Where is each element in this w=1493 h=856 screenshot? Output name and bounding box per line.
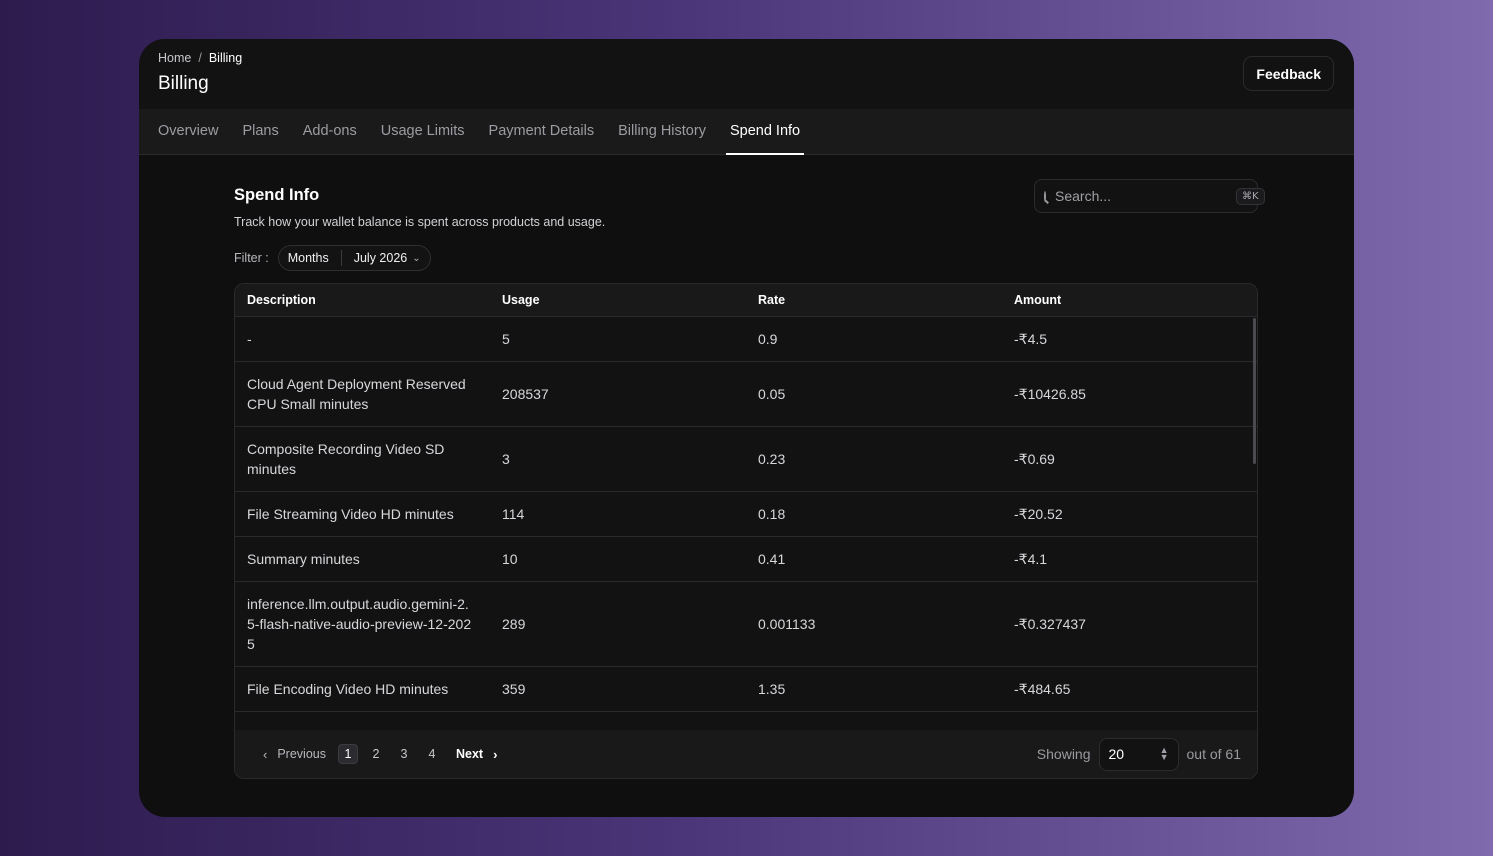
tab-payment-details[interactable]: Payment Details <box>489 109 595 154</box>
tab-billing-history[interactable]: Billing History <box>618 109 706 154</box>
page-1-button[interactable]: 1 <box>337 744 358 764</box>
cell-usage: 208537 <box>502 386 549 402</box>
cell-usage: 359 <box>502 681 526 697</box>
spend-table: Description Usage Rate Amount - 5 0.9 -₹… <box>234 283 1258 779</box>
cell-amount: -₹484.65 <box>1014 681 1071 697</box>
page-size-control: Showing 20 ▲ ▼ out of 61 <box>1036 737 1242 771</box>
cell-description: File Encoding Video HD minutes <box>247 681 449 697</box>
cell-rate: 0.41 <box>758 551 786 567</box>
breadcrumb-billing: Billing <box>208 51 243 65</box>
tab-usage-limits[interactable]: Usage Limits <box>381 109 465 154</box>
header: Home / Billing Billing Feedback <box>139 39 1354 109</box>
tab-add-ons[interactable]: Add-ons <box>303 109 357 154</box>
column-header-usage: Usage <box>502 293 540 307</box>
table-row: - 5 0.9 -₹4.5 <box>235 317 1257 362</box>
showing-label: Showing <box>1036 746 1091 762</box>
column-header-amount: Amount <box>1014 293 1062 307</box>
cell-usage: 5 <box>502 331 510 347</box>
breadcrumb-home[interactable]: Home <box>158 51 191 65</box>
cell-description: Cloud Agent Deployment Reserved CPU Smal… <box>247 376 466 412</box>
tab-plans[interactable]: Plans <box>242 109 278 154</box>
cell-amount: -₹0.69 <box>1014 451 1055 467</box>
period-select[interactable]: Months <box>288 251 329 265</box>
table-row: File Encoding Video HD minutes 359 1.35 … <box>235 667 1257 712</box>
cell-amount: -₹4.1 <box>1014 551 1048 567</box>
shortcut-badge: ⌘K <box>1236 187 1265 205</box>
feedback-button[interactable]: Feedback <box>1243 56 1334 91</box>
cell-rate: 0.9 <box>758 331 778 347</box>
breadcrumb: Home / Billing <box>158 51 242 65</box>
next-label: Next <box>455 747 484 761</box>
cell-amount: -₹10426.85 <box>1014 386 1086 402</box>
page-numbers: 1 2 3 4 <box>337 744 442 764</box>
stepper-icon: ▲ ▼ <box>1159 745 1169 762</box>
cell-usage: 10 <box>502 551 518 567</box>
tab-spend-info[interactable]: Spend Info <box>725 109 805 155</box>
table-row: Summary minutes 10 0.41 -₹4.1 <box>235 537 1257 582</box>
search-box: ⌘K <box>1034 179 1265 213</box>
previous-label: Previous <box>277 747 326 761</box>
section-description: Track how your wallet balance is spent a… <box>234 215 606 229</box>
cell-rate: 0.18 <box>758 506 786 522</box>
tab-overview[interactable]: Overview <box>158 109 218 154</box>
page-4-button[interactable]: 4 <box>422 744 442 764</box>
month-select[interactable]: July 2026 <box>354 251 408 265</box>
cell-description: - <box>247 331 252 347</box>
cell-description: File Streaming Video HD minutes <box>247 506 454 522</box>
cell-rate: 0.23 <box>758 451 786 467</box>
cell-amount: -₹0.327437 <box>1014 616 1086 632</box>
filter-row: Filter : Months July 2026 ⌄ <box>234 245 1258 271</box>
cell-description: Summary minutes <box>247 551 360 567</box>
cell-rate: 0.001133 <box>758 616 816 632</box>
table-row: Composite Recording Video SD minutes 3 0… <box>235 427 1257 492</box>
cell-description: inference.llm.output.audio.gemini-2.5-fl… <box>247 596 472 652</box>
table-body[interactable]: - 5 0.9 -₹4.5 Cloud Agent Deployment Res… <box>235 317 1257 731</box>
table-row: inference.llm.output.audio.gemini-2.5-fl… <box>235 582 1257 667</box>
search-icon <box>1044 190 1046 202</box>
cell-rate: 1.35 <box>758 681 786 697</box>
previous-button[interactable]: ‹ Previous <box>263 747 326 762</box>
chevron-right-icon: › <box>493 746 498 762</box>
filter-label: Filter : <box>234 251 269 265</box>
search-input[interactable] <box>1055 188 1236 204</box>
chevron-down-icon[interactable]: ⌄ <box>412 253 420 264</box>
cell-usage: 3 <box>502 451 510 467</box>
cell-description: Composite Recording Video SD minutes <box>247 441 445 477</box>
cell-amount: -₹4.5 <box>1014 331 1048 347</box>
page-size-select[interactable]: 20 ▲ ▼ <box>1098 737 1179 771</box>
column-header-description: Description <box>247 293 316 307</box>
table-row: Cloud Agent Deployment Reserved CPU Smal… <box>235 362 1257 427</box>
column-header-rate: Rate <box>758 293 786 307</box>
chevron-left-icon: ‹ <box>263 746 268 762</box>
breadcrumb-separator: / <box>198 51 202 65</box>
table-header: Description Usage Rate Amount <box>235 284 1257 317</box>
page-title: Billing <box>158 73 209 94</box>
page-2-button[interactable]: 2 <box>366 744 386 764</box>
total-label: out of 61 <box>1186 746 1242 762</box>
filter-divider <box>340 250 342 266</box>
filter-pill: Months July 2026 ⌄ <box>277 245 431 271</box>
table-scrollbar[interactable] <box>1253 318 1256 464</box>
spend-info-panel: Spend Info Track how your wallet balance… <box>234 179 1265 779</box>
page-3-button[interactable]: 3 <box>394 744 414 764</box>
cell-rate: 0.05 <box>758 386 786 402</box>
cell-usage: 114 <box>502 506 525 522</box>
billing-window: Home / Billing Billing Feedback Overview… <box>139 39 1354 817</box>
page-size-value: 20 <box>1108 746 1125 762</box>
cell-amount: -₹20.52 <box>1014 506 1063 522</box>
next-button[interactable]: Next › <box>456 747 497 762</box>
table-row: File Streaming Video HD minutes 114 0.18… <box>235 492 1257 537</box>
cell-usage: 289 <box>502 616 526 632</box>
pagination-bar: ‹ Previous 1 2 3 4 Next › Showing 20 ▲ ▼… <box>235 730 1257 778</box>
tab-bar: Overview Plans Add-ons Usage Limits Paym… <box>139 109 1354 155</box>
